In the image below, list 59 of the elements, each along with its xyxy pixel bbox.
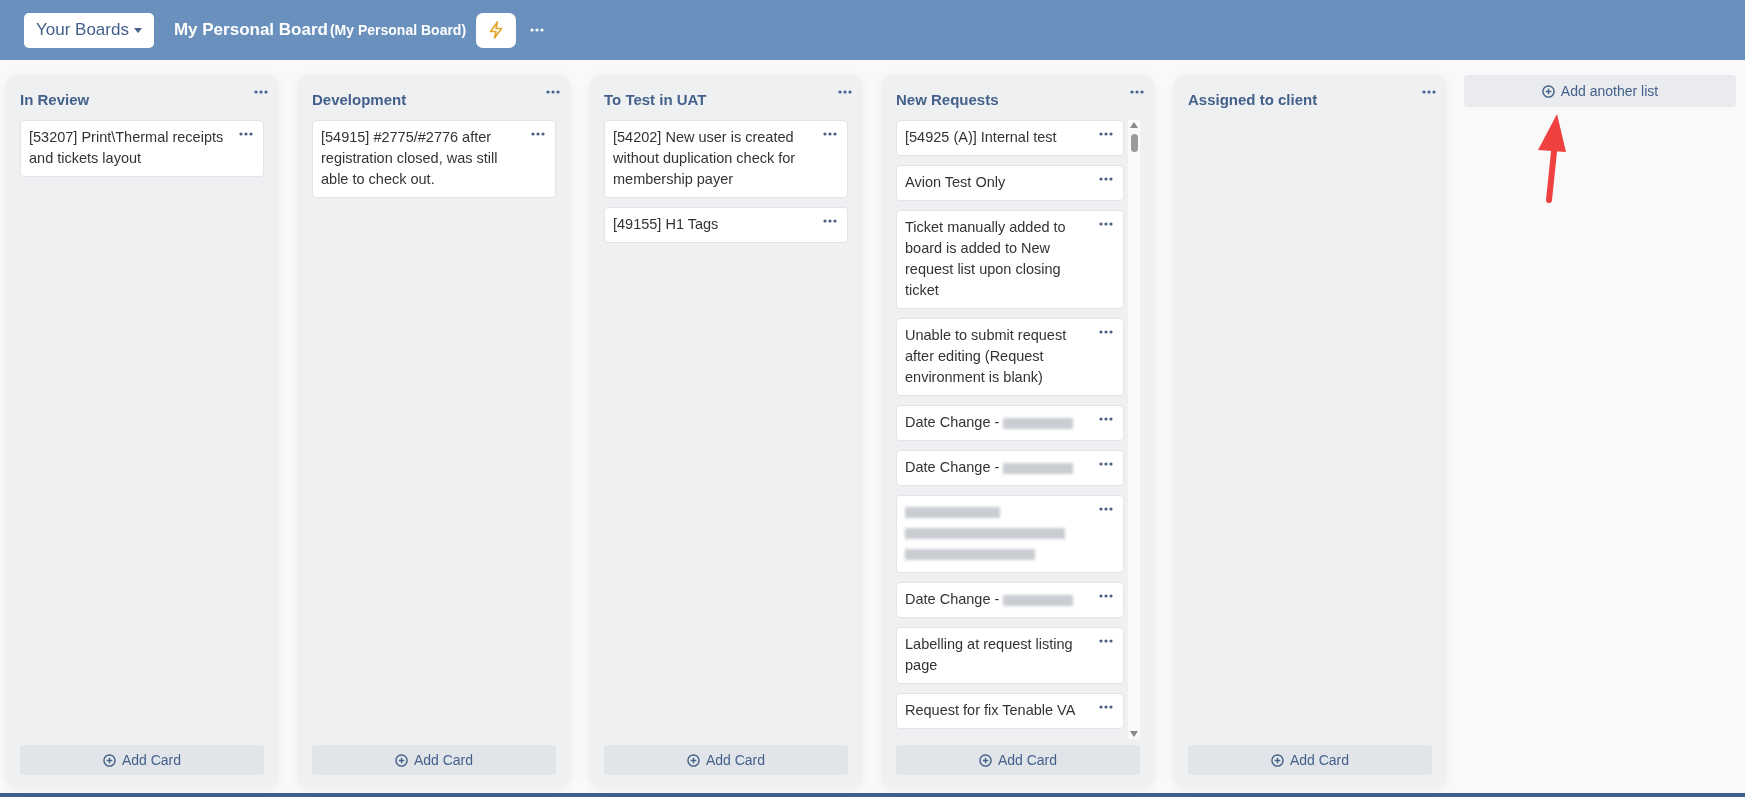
- card-title: [54915] #2775/#2776 after registration closed, was still able to check out.: [321, 129, 498, 187]
- add-card-button[interactable]: Add Card: [604, 745, 848, 775]
- card-title: Date Change -: [905, 459, 1000, 475]
- more-icon[interactable]: [254, 89, 268, 95]
- add-card-button[interactable]: Add Card: [1188, 745, 1432, 775]
- plus-circle-icon: [1270, 753, 1284, 767]
- board-title: My Personal Board: [173, 20, 328, 40]
- task-card[interactable]: Date Change -: [896, 450, 1124, 486]
- plus-circle-icon: [102, 753, 116, 767]
- task-card[interactable]: Date Change -: [896, 582, 1124, 618]
- task-card[interactable]: [54202] New user is created without duplication check for membership payer: [604, 120, 848, 198]
- lightning-button[interactable]: [476, 12, 517, 48]
- card-title: Date Change -: [905, 591, 1000, 607]
- more-icon[interactable]: [1422, 89, 1436, 95]
- more-icon[interactable]: [530, 28, 545, 32]
- card-title: Labelling at request listing page: [905, 636, 1073, 673]
- lightning-icon: [488, 21, 505, 39]
- more-icon[interactable]: [546, 89, 560, 95]
- task-card[interactable]: [53207] Print\Thermal receipts and tickets layout: [20, 120, 264, 177]
- card-title: Unable to submit request after editing (Request environment is blank): [905, 327, 1067, 385]
- card-title: Request for fix Tenable VA: [905, 702, 1076, 718]
- plus-circle-icon: [1541, 84, 1555, 98]
- scroll-up-icon[interactable]: [1130, 122, 1138, 128]
- card-title: [54925 (A)] Internal test: [905, 129, 1057, 145]
- task-card[interactable]: [49155] H1 Tags: [604, 207, 848, 243]
- list-title: New Requests: [896, 90, 999, 108]
- plus-circle-icon: [978, 753, 992, 767]
- task-card[interactable]: Ticket manually added to board is added to New request list upon closing ticket: [896, 210, 1124, 309]
- more-icon[interactable]: [1130, 89, 1144, 95]
- add-list-button[interactable]: Add another list: [1464, 75, 1736, 107]
- card-title: [54202] New user is created without duplication check for membership payer: [613, 129, 796, 187]
- caret-icon: [133, 27, 142, 33]
- list-title: In Review: [20, 90, 90, 108]
- more-icon[interactable]: [838, 89, 852, 95]
- list-title: To Test in UAT: [604, 90, 707, 108]
- add-card-button[interactable]: Add Card: [896, 745, 1140, 775]
- task-card[interactable]: Unable to submit request after editing (Request environment is blank): [896, 318, 1124, 396]
- task-card[interactable]: Request for fix Tenable VA: [896, 693, 1124, 729]
- list-title: Development: [312, 90, 407, 108]
- task-card[interactable]: Date Change -: [896, 405, 1124, 441]
- task-card[interactable]: [54925 (A)] Internal test: [896, 120, 1124, 156]
- plus-circle-icon: [394, 753, 408, 767]
- add-card-button[interactable]: Add Card: [312, 745, 556, 775]
- card-title: Ticket manually added to board is added to New request list upon closing ticket: [905, 219, 1066, 298]
- add-card-button[interactable]: Add Card: [20, 745, 264, 775]
- card-title: Date Change -: [905, 414, 1000, 430]
- board-subtitle: (My Personal Board): [329, 22, 467, 38]
- card-title: [53207] Print\Thermal receipts and tickets layout: [29, 129, 224, 166]
- list-title: Assigned to client: [1188, 90, 1318, 108]
- plus-circle-icon: [686, 753, 700, 767]
- card-title: [49155] H1 Tags: [613, 216, 719, 232]
- task-card[interactable]: [54915] #2775/#2776 after registration closed, was still able to check out.: [312, 120, 556, 198]
- scroll-down-icon[interactable]: [1130, 731, 1138, 737]
- boards-dropdown[interactable]: Your Boards: [24, 12, 154, 48]
- scrollbar[interactable]: [1128, 120, 1140, 739]
- task-card[interactable]: Avion Test Only: [896, 165, 1124, 201]
- task-card[interactable]: Labelling at request listing page: [896, 627, 1124, 684]
- scroll-thumb[interactable]: [1130, 133, 1138, 152]
- card-title: Avion Test Only: [905, 174, 1006, 190]
